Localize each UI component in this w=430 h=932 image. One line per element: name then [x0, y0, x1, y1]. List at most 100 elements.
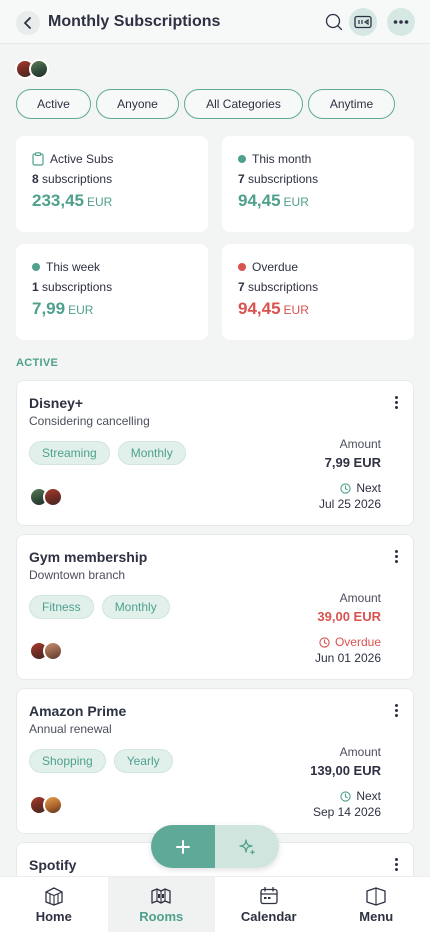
- stat-count-unit: subscriptions: [248, 280, 319, 294]
- tag-category[interactable]: Shopping: [29, 749, 106, 773]
- tag-frequency[interactable]: Monthly: [117, 441, 186, 465]
- amount-label: Amount: [339, 591, 381, 605]
- add-subscription-button[interactable]: [151, 825, 215, 868]
- amount-label: Amount: [339, 437, 381, 451]
- card-avatars: [29, 487, 63, 507]
- stat-currency: EUR: [283, 195, 309, 209]
- stat-amount: 94,45: [238, 191, 281, 210]
- stat-amount: 7,99: [32, 299, 66, 318]
- stat-count: 1: [32, 280, 39, 294]
- stat-card-overdue[interactable]: Overdue 7 subscriptions 94,45 EUR: [222, 244, 414, 340]
- amount-value: 39,00 EUR: [317, 609, 381, 624]
- view-toggle-button[interactable]: [349, 8, 377, 36]
- clock-icon: [340, 790, 351, 802]
- card-menu-button[interactable]: [389, 547, 403, 565]
- floating-action-group: [151, 825, 279, 868]
- stat-label: This week: [46, 260, 101, 274]
- subscription-note: Downtown branch: [29, 568, 126, 582]
- stat-count: 7: [238, 280, 245, 294]
- more-vertical-icon: [394, 549, 398, 553]
- more-button[interactable]: [387, 8, 415, 36]
- stat-label: Active Subs: [50, 152, 114, 166]
- subscription-name: Amazon Prime: [29, 703, 127, 719]
- stat-currency: EUR: [283, 303, 309, 317]
- stat-count-unit: subscriptions: [42, 172, 113, 186]
- stat-amount: 94,45: [238, 299, 281, 318]
- more-horizontal-icon: [393, 20, 409, 24]
- avatar: [29, 59, 49, 79]
- search-button[interactable]: [324, 12, 344, 32]
- filter-status[interactable]: Active: [16, 89, 91, 119]
- clock-icon: [319, 636, 330, 648]
- due-status: Next: [356, 481, 381, 495]
- card-menu-button[interactable]: [389, 393, 403, 411]
- subscription-name: Disney+: [29, 395, 84, 411]
- avatar: [43, 641, 63, 661]
- amount-value: 7,99 EUR: [324, 455, 381, 470]
- nav-menu[interactable]: Menu: [323, 877, 430, 932]
- tag-frequency[interactable]: Yearly: [113, 749, 173, 773]
- stat-card-active[interactable]: Active Subs 8 subscriptions 233,45 EUR: [16, 136, 208, 232]
- status-dot: [238, 263, 246, 271]
- nav-calendar[interactable]: Calendar: [215, 877, 323, 932]
- nav-label: Calendar: [240, 909, 297, 924]
- due-status: Next: [356, 789, 381, 803]
- due-date: Sep 14 2026: [312, 805, 381, 819]
- ai-assistant-button[interactable]: [215, 825, 279, 868]
- stat-amount: 233,45: [32, 191, 84, 210]
- stat-count-unit: subscriptions: [248, 172, 319, 186]
- tag-category[interactable]: Streaming: [29, 441, 110, 465]
- subscription-note: Considering cancelling: [29, 414, 150, 428]
- stat-count: 8: [32, 172, 39, 186]
- clock-icon: [340, 482, 351, 494]
- subscription-name: Spotify: [29, 857, 77, 873]
- nav-rooms[interactable]: Rooms: [107, 877, 215, 932]
- card-menu-button[interactable]: [389, 855, 403, 873]
- member-avatars[interactable]: [15, 59, 49, 79]
- card-menu-button[interactable]: [389, 701, 403, 719]
- more-vertical-icon: [394, 703, 398, 707]
- nav-label: Rooms: [139, 909, 184, 924]
- filter-time[interactable]: Anytime: [308, 89, 395, 119]
- chevron-left-icon: [24, 17, 31, 29]
- rooms-icon: [151, 888, 171, 904]
- search-icon: [325, 13, 343, 31]
- subscription-card[interactable]: Disney+ Considering cancelling Streaming…: [16, 380, 414, 526]
- filter-bar: Active Anyone All Categories Anytime: [16, 89, 395, 119]
- stat-currency: EUR: [68, 303, 94, 317]
- filter-category[interactable]: All Categories: [184, 89, 303, 119]
- nav-home[interactable]: Home: [0, 877, 108, 932]
- more-vertical-icon: [394, 857, 398, 861]
- amount-label: Amount: [339, 745, 381, 759]
- view-toggle-icon: [354, 15, 372, 29]
- subscription-card[interactable]: Gym membership Downtown branch Fitness M…: [16, 534, 414, 680]
- stat-count: 7: [238, 172, 245, 186]
- status-dot: [32, 263, 40, 271]
- filter-person[interactable]: Anyone: [96, 89, 179, 119]
- section-label-active: ACTIVE: [16, 357, 59, 369]
- stat-label: This month: [252, 152, 312, 166]
- plus-icon: [176, 839, 190, 854]
- card-avatars: [29, 641, 63, 661]
- due-date: Jul 25 2026: [318, 497, 381, 511]
- due-date: Jun 01 2026: [314, 651, 381, 665]
- nav-label: Menu: [359, 909, 394, 924]
- stat-currency: EUR: [87, 195, 113, 209]
- due-status: Overdue: [334, 635, 381, 649]
- stat-card-week[interactable]: This week 1 subscriptions 7,99 EUR: [16, 244, 208, 340]
- subscription-card[interactable]: Amazon Prime Annual renewal Shopping Yea…: [16, 688, 414, 834]
- back-button[interactable]: [16, 11, 40, 35]
- map-menu-icon: [366, 887, 386, 906]
- stat-card-month[interactable]: This month 7 subscriptions 94,45 EUR: [222, 136, 414, 232]
- avatar: [43, 795, 63, 815]
- tag-frequency[interactable]: Monthly: [101, 595, 170, 619]
- bottom-navigation: Home Rooms Calendar Menu: [0, 876, 430, 932]
- nav-label: Home: [35, 909, 72, 924]
- stat-count-unit: subscriptions: [42, 280, 113, 294]
- subscription-note: Annual renewal: [29, 722, 112, 736]
- tag-category[interactable]: Fitness: [29, 595, 94, 619]
- tag-list: Streaming Monthly: [29, 441, 186, 465]
- calendar-icon: [260, 886, 278, 905]
- stat-label: Overdue: [252, 260, 299, 274]
- home-box-icon: [45, 887, 63, 906]
